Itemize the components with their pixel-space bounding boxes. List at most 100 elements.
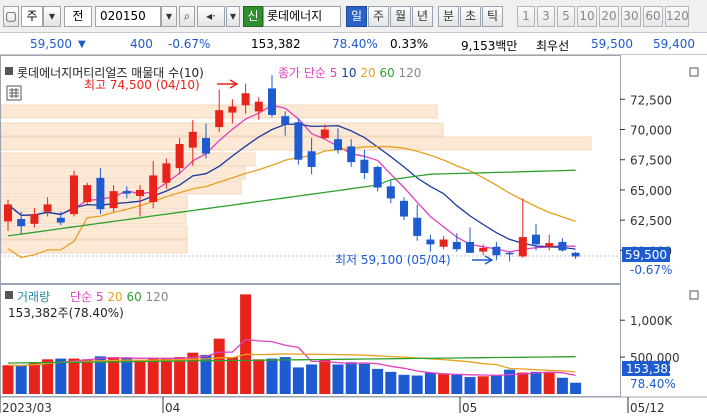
volume-averages [7, 338, 576, 377]
candle-body-30 [400, 200, 408, 217]
code-input[interactable]: 020150 [95, 6, 161, 27]
market-select[interactable]: 주 [21, 6, 43, 27]
volume-bar-16 [213, 338, 225, 394]
candle-body-15 [202, 137, 210, 154]
candle-body-3 [43, 204, 52, 212]
legend1-item-3: 20 [357, 66, 376, 80]
down-arrow-icon: ▼ [78, 39, 86, 50]
price-info-bar: 59,500 ▼ 400 -0.67% 153,382 78.40% 0.33%… [0, 33, 707, 55]
candle-body-12 [162, 163, 171, 183]
interval-button-120[interactable]: 120 [665, 6, 689, 27]
candle-body-17 [228, 106, 237, 113]
period-tab-2[interactable]: 월 [390, 6, 411, 27]
volume-bar-27 [358, 363, 370, 394]
candle-body-32 [426, 239, 435, 245]
volume-bar-17 [226, 357, 238, 394]
maximize-icon[interactable] [689, 290, 699, 300]
chevron-down-icon[interactable]: ▾ [43, 6, 61, 27]
legend2-item-0: 단순 [70, 290, 92, 304]
period-tab-4[interactable]: 분 [438, 6, 459, 27]
best-quote-label: 최우선 [536, 39, 570, 53]
volume-bar-21 [279, 357, 291, 394]
price-change: 400 [130, 37, 153, 51]
volume-bar-35 [464, 377, 476, 394]
period-tab-6[interactable]: 틱 [482, 6, 503, 27]
current-volume-tag-text: 153,382 [626, 362, 676, 376]
code-dropdown-icon[interactable]: ▾ [161, 6, 177, 27]
volume-bar-25 [332, 364, 344, 394]
volume-marker-icon [5, 291, 13, 299]
candle-body-43 [571, 252, 580, 257]
volume-bar-40 [530, 371, 542, 394]
legend2-item-1: 5 [92, 290, 103, 304]
new-badge: 신 [243, 6, 263, 27]
candle-body-5 [70, 175, 78, 215]
candle-body-42 [558, 241, 567, 251]
window-icon[interactable]: ▢ [3, 6, 19, 27]
interval-button-10[interactable]: 10 [577, 6, 597, 27]
volume-sub: 153,382주(78.40%) [8, 306, 124, 320]
legend1-item-0: 종가 단순 [278, 66, 326, 80]
volume-bar-22 [292, 367, 304, 394]
volume-bar-33 [438, 374, 450, 394]
interval-button-3[interactable]: 3 [537, 6, 555, 27]
period-tab-5[interactable]: 초 [460, 6, 481, 27]
period-tab-3[interactable]: 년 [412, 6, 433, 27]
volume-bar-38 [504, 369, 516, 394]
volume-bar-13 [174, 357, 186, 394]
price-legend: 종가 단순 5 10 20 60 120 [278, 66, 421, 80]
price-change-pct: -0.67% [168, 37, 211, 51]
candle-body-10 [136, 189, 144, 196]
legend1-item-4: 60 [376, 66, 395, 80]
candle-body-24 [320, 129, 329, 138]
candle-body-0 [4, 204, 12, 222]
vy-tick-label-0: 1,000K [630, 314, 673, 328]
volume-bar-36 [477, 376, 489, 394]
candle-body-27 [360, 159, 369, 174]
sub-select[interactable]: 전 [64, 6, 92, 27]
candle-body-35 [466, 241, 474, 253]
candle-body-4 [56, 217, 65, 223]
search-icon[interactable]: ⌕ [179, 6, 195, 27]
volume-bar-12 [160, 357, 172, 394]
candle-body-25 [334, 139, 342, 151]
volume-bar-6 [81, 359, 93, 394]
toolbar: ▢ 주 ▾ 전 020150 ▾ ⌕ ◂· ▾ 신 롯데에너지 일주월년분초틱 … [0, 0, 707, 33]
high-annotation: 최고 74,500 (04/10) [84, 78, 200, 92]
volume-bar-0 [2, 365, 14, 394]
volume-bar-29 [385, 371, 397, 394]
volume-panel-title: 거래량 [17, 290, 50, 304]
y-axis: 72,50070,00067,50065,00062,50060,0001,00… [620, 93, 680, 365]
candle-body-6 [83, 185, 92, 203]
period-tab-1[interactable]: 주 [368, 6, 389, 27]
more-dropdown-icon[interactable]: ▾ [226, 6, 240, 27]
interval-button-30[interactable]: 30 [621, 6, 641, 27]
profile-bar-3 [0, 152, 256, 167]
sound-icon[interactable]: ◂· [197, 6, 225, 27]
candle-body-20 [268, 88, 276, 115]
x-label-1: 04 [165, 401, 180, 415]
interval-button-1[interactable]: 1 [517, 6, 535, 27]
bid-price: 59,400 [653, 37, 695, 51]
period-tab-0[interactable]: 일 [346, 6, 367, 27]
stock-name[interactable]: 롯데에너지 [263, 6, 341, 27]
volume-bar-10 [134, 360, 146, 394]
candle-body-31 [413, 217, 422, 236]
interval-button-20[interactable]: 20 [599, 6, 619, 27]
table-icon-lines [9, 88, 19, 98]
interval-button-60[interactable]: 60 [643, 6, 663, 27]
volume-bar-42 [556, 377, 568, 394]
y-tick-label-0: 72,500 [630, 93, 672, 107]
volume-bar-8 [108, 357, 120, 394]
volume-bar-9 [121, 357, 133, 394]
interval-button-5[interactable]: 5 [557, 6, 575, 27]
y-tick-label-2: 67,500 [630, 154, 672, 168]
maximize-icon-top[interactable] [689, 67, 699, 77]
volume-bar-1 [15, 365, 27, 394]
candle-body-40 [532, 234, 540, 245]
candle-body-37 [492, 246, 501, 256]
candle-body-9 [122, 191, 131, 194]
low-arrow-icon [472, 255, 494, 265]
stock-chart[interactable]: 72,50070,00067,50065,00062,50060,0001,00… [0, 55, 707, 417]
profile-bar-6 [0, 195, 188, 210]
